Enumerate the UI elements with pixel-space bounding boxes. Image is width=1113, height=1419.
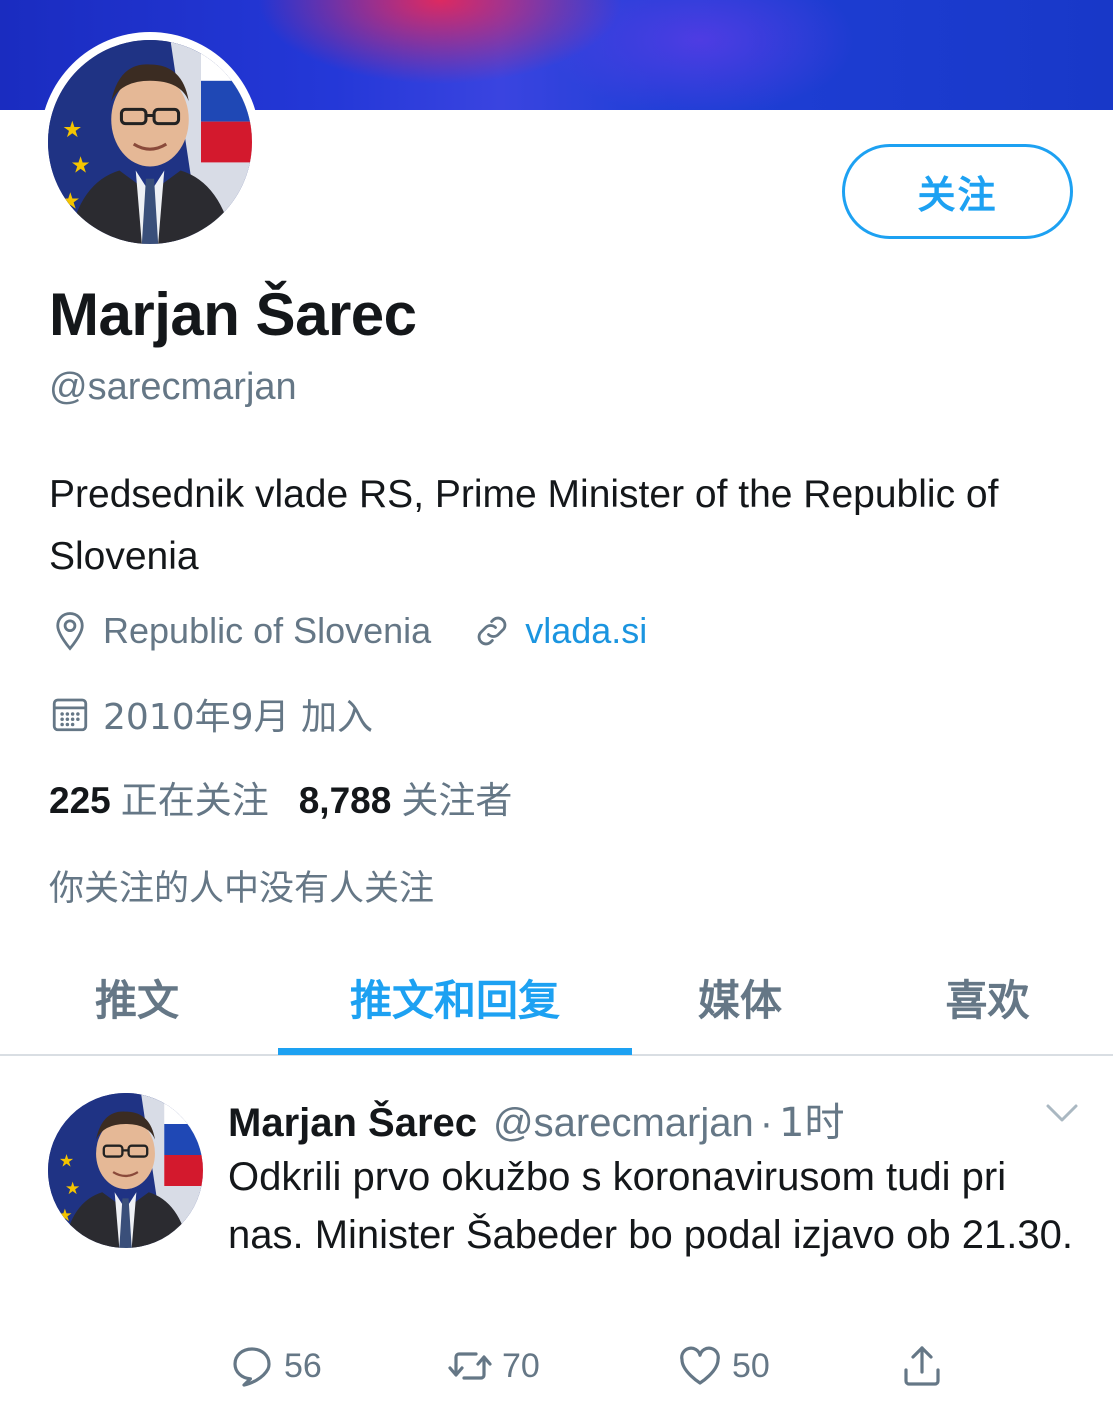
like-count: 50 bbox=[732, 1346, 770, 1385]
tweet-actions: 56 70 50 bbox=[228, 1342, 988, 1392]
tab-media[interactable]: 媒体 bbox=[660, 940, 820, 1054]
tweet-separator: · bbox=[759, 1101, 774, 1145]
svg-text:★: ★ bbox=[57, 1206, 72, 1226]
profile-joined-row: 2010年9月 加入 bbox=[49, 688, 373, 740]
like-button[interactable]: 50 bbox=[676, 1342, 770, 1390]
retweet-count: 70 bbox=[502, 1346, 540, 1385]
tweet-author-handle[interactable]: @sarecmarjan bbox=[493, 1101, 754, 1145]
profile-name: Marjan Šarec bbox=[49, 281, 417, 348]
tweet-header: Marjan Šarec @sarecmarjan · 1时 bbox=[228, 1090, 845, 1148]
chevron-down-icon[interactable] bbox=[1042, 1098, 1082, 1128]
svg-text:★: ★ bbox=[65, 1179, 80, 1199]
tab-likes[interactable]: 喜欢 bbox=[905, 940, 1070, 1054]
svg-text:★: ★ bbox=[70, 153, 90, 179]
profile-handle: @sarecmarjan bbox=[49, 366, 297, 408]
tweet-author-name[interactable]: Marjan Šarec bbox=[228, 1101, 477, 1145]
share-icon bbox=[898, 1342, 954, 1390]
link-icon bbox=[471, 610, 513, 652]
tweet-item[interactable]: ★ ★ ★ Marjan Šarec @sarecmarjan · 1时 Odkril… bbox=[0, 1058, 1113, 1419]
tab-tweets[interactable]: 推文 bbox=[40, 940, 234, 1054]
tab-tweets-and-replies[interactable]: 推文和回复 bbox=[278, 940, 632, 1054]
avatar-photo: ★ ★ ★ bbox=[48, 40, 252, 244]
profile-meta-row: Republic of Slovenia vlada.si bbox=[49, 610, 647, 652]
tweet-text: Odkrili prvo okužbo s koronavirusom tudi… bbox=[228, 1155, 1073, 1257]
share-button[interactable] bbox=[898, 1342, 954, 1390]
profile-website-link[interactable]: vlada.si bbox=[525, 610, 647, 652]
heart-icon bbox=[676, 1342, 732, 1390]
profile-screen: ★ ★ ★ 关注 Marjan Šarec @sarecmarjan Preds… bbox=[0, 0, 1113, 1419]
following-count[interactable]: 225 bbox=[49, 780, 111, 822]
followers-label[interactable]: 关注者 bbox=[401, 770, 512, 824]
profile-tabs: 推文 推文和回复 媒体 喜欢 bbox=[0, 940, 1113, 1056]
svg-text:★: ★ bbox=[62, 117, 82, 143]
reply-icon bbox=[228, 1342, 284, 1390]
following-label[interactable]: 正在关注 bbox=[121, 770, 269, 824]
svg-text:★: ★ bbox=[59, 1152, 74, 1172]
reply-count: 56 bbox=[284, 1346, 322, 1385]
svg-text:★: ★ bbox=[60, 188, 80, 214]
followers-count[interactable]: 8,788 bbox=[299, 780, 392, 822]
followers-you-know: 你关注的人中没有人关注 bbox=[49, 869, 435, 909]
follow-button[interactable]: 关注 bbox=[842, 144, 1073, 239]
profile-avatar[interactable]: ★ ★ ★ bbox=[40, 32, 260, 252]
tweet-avatar[interactable]: ★ ★ ★ bbox=[48, 1093, 203, 1248]
profile-bio: Predsednik vlade RS, Prime Minister of t… bbox=[49, 473, 999, 578]
profile-stats: 225 正在关注 8,788 关注者 bbox=[49, 770, 542, 824]
profile-location: Republic of Slovenia bbox=[103, 610, 432, 651]
reply-button[interactable]: 56 bbox=[228, 1342, 322, 1390]
retweet-icon bbox=[446, 1342, 502, 1390]
active-tab-indicator bbox=[278, 1048, 632, 1055]
retweet-button[interactable]: 70 bbox=[446, 1342, 540, 1390]
location-pin-icon bbox=[49, 610, 91, 652]
tweet-timestamp[interactable]: 1时 bbox=[779, 1100, 844, 1146]
calendar-icon bbox=[49, 693, 91, 735]
profile-joined-date: 2010年9月 加入 bbox=[103, 697, 373, 738]
